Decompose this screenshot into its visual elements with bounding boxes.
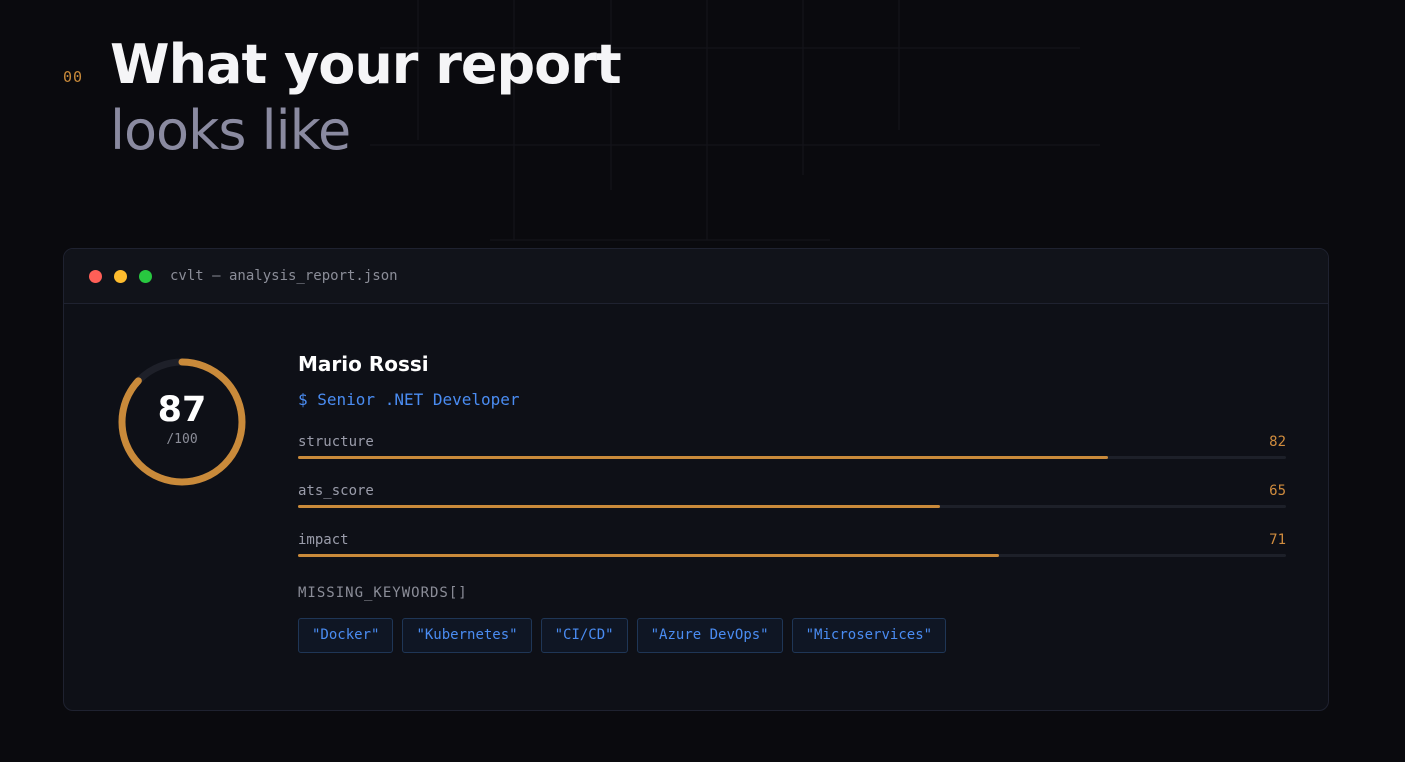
metric-label: ats_score: [298, 483, 374, 499]
keyword-tag[interactable]: "Docker": [298, 618, 394, 653]
headline-line-1: What your report: [110, 33, 622, 96]
report-window: cvlt — analysis_report.json 87 /100 Mari…: [63, 248, 1329, 711]
close-dot-icon[interactable]: [89, 269, 102, 283]
page-headline: What your report looks like: [110, 32, 622, 164]
section-number: 00: [63, 68, 84, 86]
metric-label: structure: [298, 434, 374, 450]
keyword-tag[interactable]: "CI/CD": [540, 618, 628, 653]
metric-label: impact: [298, 532, 349, 548]
metric-bar-track: [298, 554, 1286, 557]
window-titlebar: cvlt — analysis_report.json: [64, 249, 1328, 304]
keyword-tag[interactable]: "Kubernetes": [402, 618, 532, 653]
headline-line-2: looks like: [110, 99, 351, 162]
metric-bar-track: [298, 456, 1286, 459]
keyword-tag[interactable]: "Azure DevOps": [636, 618, 783, 653]
score-value: 87: [157, 390, 207, 430]
score-max: /100: [166, 432, 198, 447]
metric-bar-fill: [298, 554, 1000, 557]
maximize-dot-icon[interactable]: [139, 269, 152, 283]
metric-bar-track: [298, 505, 1286, 508]
metric-impact: impact 71: [298, 532, 1286, 581]
window-title: cvlt — analysis_report.json: [170, 268, 398, 284]
metric-list: structure 82 ats_score 65 impact 71: [298, 434, 1286, 581]
missing-keywords-title: MISSING_KEYWORDS[]: [298, 585, 468, 601]
candidate-name: Mario Rossi: [298, 352, 429, 376]
report-content: Mario Rossi $ Senior .NET Developer stru…: [298, 352, 1286, 653]
metric-value: 82: [1269, 434, 1286, 450]
metric-ats-score: ats_score 65: [298, 483, 1286, 532]
metric-structure: structure 82: [298, 434, 1286, 483]
minimize-dot-icon[interactable]: [114, 269, 127, 283]
metric-bar-fill: [298, 505, 941, 508]
candidate-role: $ Senior .NET Developer: [298, 390, 520, 409]
missing-keywords-list: "Docker" "Kubernetes" "CI/CD" "Azure Dev…: [298, 618, 1286, 653]
metric-value: 65: [1269, 483, 1286, 499]
keyword-tag[interactable]: "Microservices": [791, 618, 947, 653]
metric-value: 71: [1269, 532, 1286, 548]
metric-bar-fill: [298, 456, 1109, 459]
